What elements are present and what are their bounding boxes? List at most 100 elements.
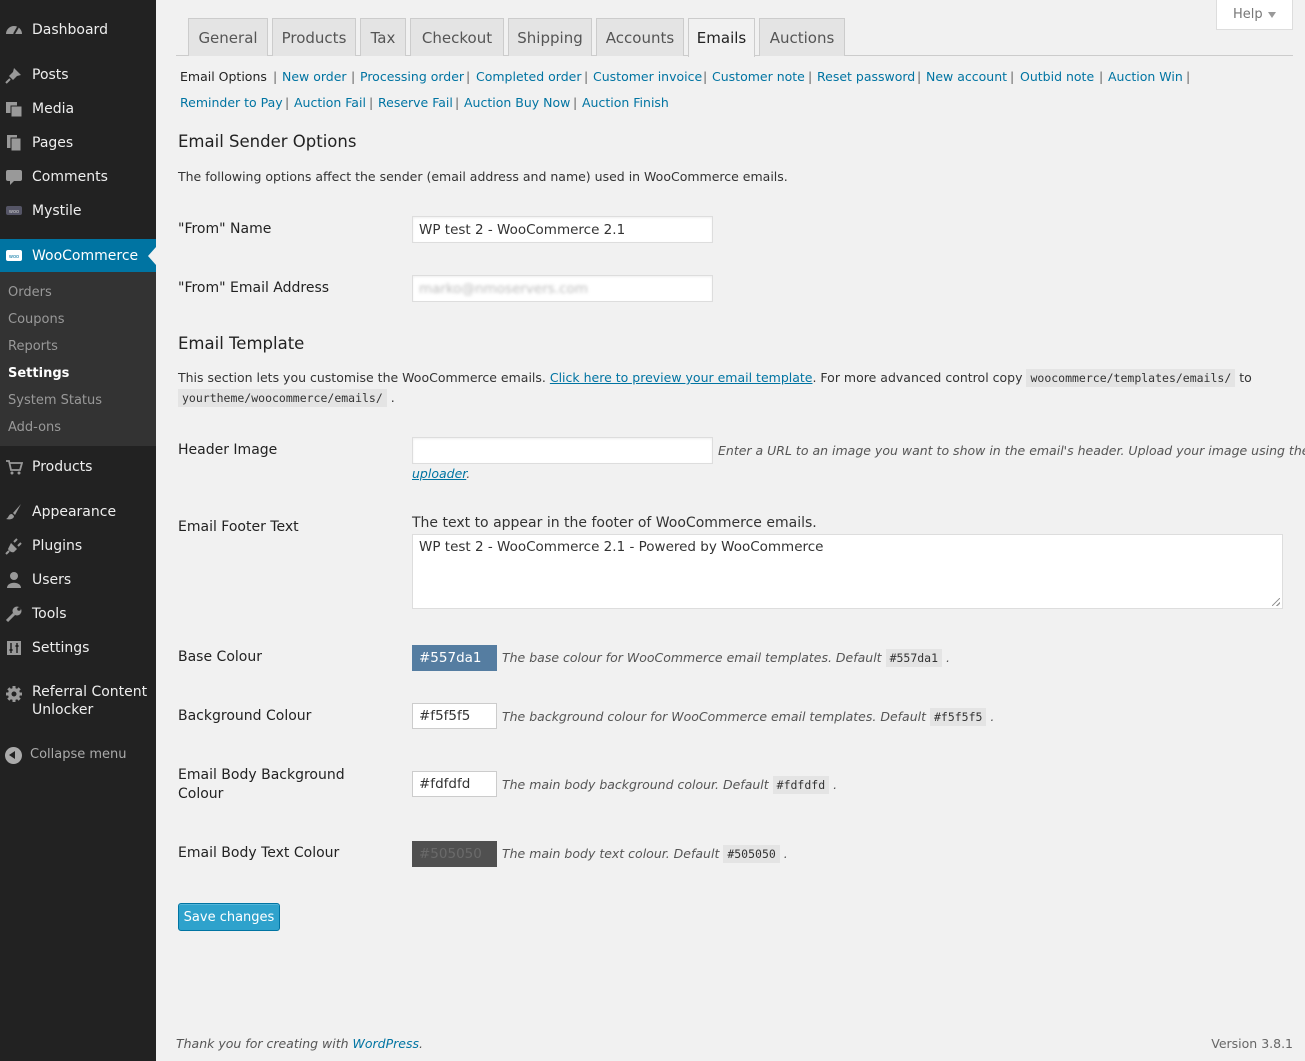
menu-posts[interactable]: Posts [0, 58, 156, 92]
body-text-colour-default: #505050 [723, 845, 780, 863]
submenu-coupons[interactable]: Coupons [8, 312, 65, 327]
subnav-processing-order[interactable]: Processing order [360, 69, 464, 84]
theme-path-code: yourtheme/woocommerce/emails/ [178, 389, 387, 407]
body-text-colour-note: The main body text colour. Default #5050… [502, 845, 788, 863]
header-image-note-line2: uploader. [412, 466, 471, 481]
collapse-arrow-icon [5, 747, 22, 764]
section-description-sender: The following options affect the sender … [178, 169, 788, 184]
svg-text:woo: woo [9, 209, 19, 215]
section-description-template-line2: yourtheme/woocommerce/emails/ . [178, 389, 395, 407]
woo-icon: woo [5, 247, 23, 265]
tab-products[interactable]: Products [272, 18, 356, 56]
subnav-reset-password[interactable]: Reset password [817, 69, 915, 84]
header-image-note: Enter a URL to an image you want to show… [718, 443, 1305, 458]
woo-icon: woo [5, 202, 23, 220]
menu-media[interactable]: Media [0, 92, 156, 126]
from-name-label: "From" Name [178, 221, 272, 237]
menu-products[interactable]: Products [0, 450, 156, 484]
subnav-completed-order[interactable]: Completed order [476, 69, 581, 84]
menu-referral-label-line1: Referral Content [32, 684, 148, 700]
subnav-reserve-fail[interactable]: Reserve Fail [378, 95, 453, 110]
subnav-auction-buy-now[interactable]: Auction Buy Now [464, 95, 570, 110]
footer-text-value: WP test 2 - WooCommerce 2.1 - Powered by… [419, 539, 824, 555]
menu-comments[interactable]: Comments [0, 160, 156, 194]
background-colour-note: The background colour for WooCommerce em… [502, 708, 995, 726]
menu-users[interactable]: Users [0, 563, 156, 597]
submenu-add-ons[interactable]: Add-ons [8, 420, 61, 435]
save-changes-button[interactable]: Save changes [178, 903, 280, 931]
tab-emails[interactable]: Emails [688, 18, 755, 57]
base-colour-input[interactable]: #557da1 [412, 645, 497, 671]
section-heading-sender: Email Sender Options [178, 132, 357, 151]
menu-tools[interactable]: Tools [0, 597, 156, 631]
subnav-auction-finish[interactable]: Auction Finish [582, 95, 669, 110]
plug-icon [5, 537, 23, 555]
background-colour-label: Background Colour [178, 708, 312, 724]
body-background-colour-default: #fdfdfd [772, 776, 830, 794]
woocommerce-submenu: Orders Coupons Reports Settings System S… [0, 272, 156, 446]
tab-auctions[interactable]: Auctions [759, 18, 845, 56]
subnav-new-account[interactable]: New account [926, 69, 1007, 84]
footer-text-hint: The text to appear in the footer of WooC… [412, 515, 817, 531]
subnav-new-order[interactable]: New order [282, 69, 347, 84]
submenu-settings[interactable]: Settings [8, 366, 69, 381]
footer-text-label: Email Footer Text [178, 519, 299, 535]
subnav-reminder-to-pay[interactable]: Reminder to Pay [180, 95, 283, 110]
gear-icon [5, 685, 23, 703]
footer-text-textarea[interactable]: WP test 2 - WooCommerce 2.1 - Powered by… [412, 534, 1283, 609]
body-background-colour-note: The main body background colour. Default… [502, 776, 838, 794]
menu-referral-content-unlocker[interactable]: Referral Content Unlocker [0, 683, 156, 723]
from-email-label: "From" Email Address [178, 280, 330, 296]
from-name-input[interactable]: WP test 2 - WooCommerce 2.1 [412, 216, 713, 243]
menu-dashboard[interactable]: Dashboard [0, 13, 156, 47]
tab-accounts[interactable]: Accounts [596, 18, 684, 56]
preview-template-link[interactable]: Click here to preview your email templat… [550, 370, 813, 385]
menu-referral-label-line2: Unlocker [32, 702, 94, 718]
version-text: Version 3.8.1 [1211, 1036, 1293, 1051]
subnav-customer-note[interactable]: Customer note [712, 69, 805, 84]
body-text-colour-label: Email Body Text Colour [178, 845, 340, 861]
menu-plugins[interactable]: Plugins [0, 529, 156, 563]
tab-checkout[interactable]: Checkout [410, 18, 504, 56]
menu-woocommerce[interactable]: woo WooCommerce [0, 239, 156, 273]
footer-thanks: Thank you for creating with WordPress. [176, 1036, 423, 1051]
menu-pages[interactable]: Pages [0, 126, 156, 160]
pages-icon [5, 134, 23, 152]
settings-tabs: General Products Tax Checkout Shipping A… [176, 18, 1293, 57]
body-background-colour-input[interactable]: #fdfdfd [412, 771, 497, 797]
dashboard-icon [5, 21, 23, 39]
from-email-input[interactable]: marko@nmoservers.com [412, 275, 713, 302]
media-uploader-link-2[interactable]: uploader [412, 466, 466, 481]
subnav-outbid-note[interactable]: Outbid note [1020, 69, 1094, 84]
base-colour-default: #557da1 [885, 649, 943, 667]
brush-icon [5, 503, 23, 521]
subnav-email-options[interactable]: Email Options [180, 69, 267, 84]
subnav-auction-fail[interactable]: Auction Fail [294, 95, 366, 110]
header-image-label: Header Image [178, 442, 278, 458]
header-image-input[interactable] [412, 437, 713, 464]
tab-tax[interactable]: Tax [360, 18, 406, 56]
subnav-auction-win[interactable]: Auction Win [1108, 69, 1183, 84]
section-heading-template: Email Template [178, 334, 305, 353]
collapse-menu-button[interactable]: Collapse menu [0, 744, 156, 768]
submenu-system-status[interactable]: System Status [8, 393, 102, 408]
submenu-reports[interactable]: Reports [8, 339, 58, 354]
menu-appearance[interactable]: Appearance [0, 495, 156, 529]
base-colour-note: The base colour for WooCommerce email te… [502, 649, 950, 667]
comment-icon [5, 168, 23, 186]
settings-icon [5, 639, 23, 657]
subnav-customer-invoice[interactable]: Customer invoice [593, 69, 702, 84]
tab-general[interactable]: General [188, 18, 268, 56]
svg-text:woo: woo [9, 254, 19, 260]
from-email-value: marko@nmoservers.com [419, 281, 588, 297]
resize-grip-icon[interactable] [1272, 598, 1280, 606]
body-text-colour-input[interactable]: #505050 [412, 841, 497, 867]
menu-settings[interactable]: Settings [0, 631, 156, 665]
user-icon [5, 571, 23, 589]
body-background-colour-label: Email Body Background Colour [178, 767, 345, 802]
background-colour-input[interactable]: #f5f5f5 [412, 703, 497, 729]
tab-shipping[interactable]: Shipping [508, 18, 592, 56]
menu-mystile[interactable]: woo Mystile [0, 194, 156, 228]
submenu-orders[interactable]: Orders [8, 285, 52, 300]
wordpress-link[interactable]: WordPress [353, 1036, 419, 1051]
